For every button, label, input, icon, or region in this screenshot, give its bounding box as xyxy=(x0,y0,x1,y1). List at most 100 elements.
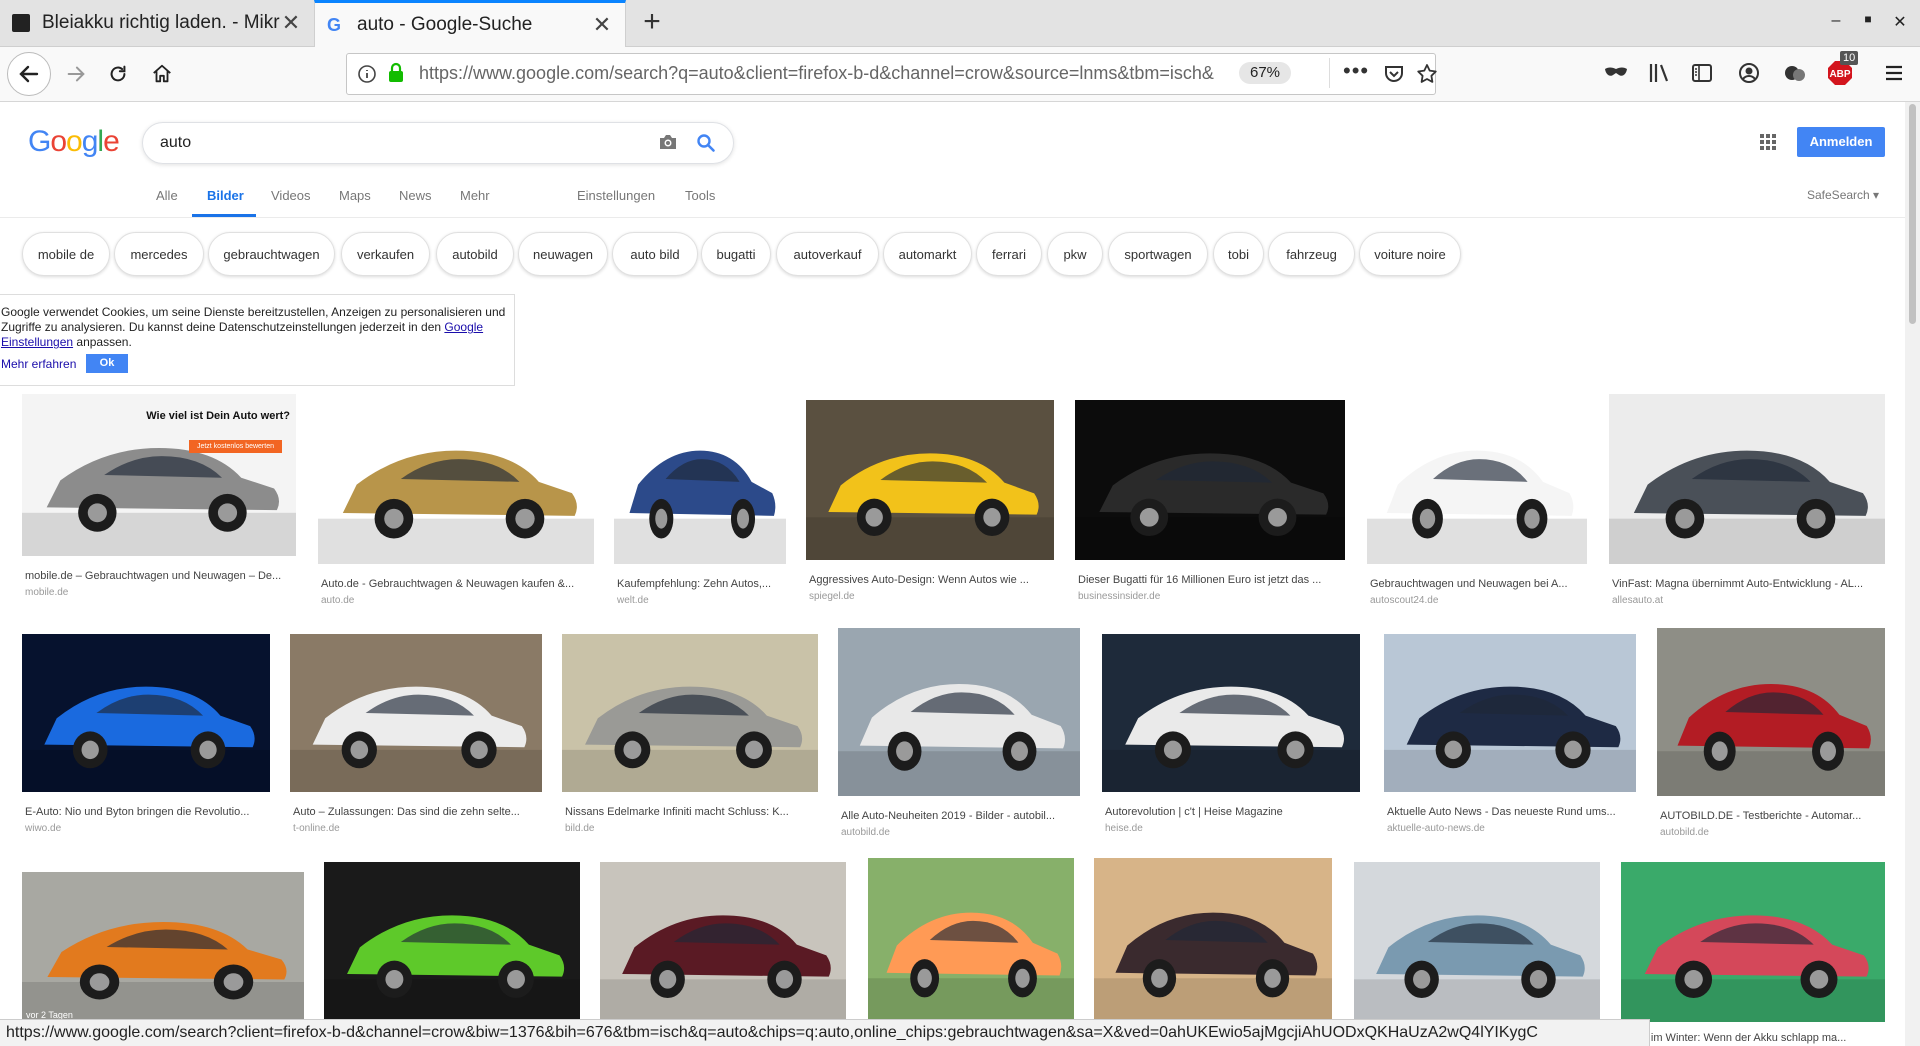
zoom-level[interactable]: 67% xyxy=(1239,62,1291,84)
result-source[interactable]: businessinsider.de xyxy=(1078,591,1160,602)
url-text[interactable]: https://www.google.com/search?q=auto&cli… xyxy=(419,63,1229,84)
chip-neuwagen[interactable]: neuwagen xyxy=(518,232,608,276)
result-source[interactable]: wiwo.de xyxy=(25,823,61,834)
result-thumbnail[interactable] xyxy=(1609,394,1885,564)
tab-news[interactable]: News xyxy=(399,188,432,203)
search-input[interactable]: auto xyxy=(160,134,191,152)
result-thumbnail[interactable] xyxy=(838,628,1080,796)
result-thumbnail[interactable] xyxy=(1075,400,1345,560)
result-thumbnail[interactable]: Wie viel ist Dein Auto wert? Jetzt kosten… xyxy=(22,394,296,556)
result-thumbnail[interactable] xyxy=(1102,634,1360,792)
result-caption[interactable]: mobile.de – Gebrauchtwagen und Neuwagen … xyxy=(25,570,293,582)
result-caption[interactable]: Kaufempfehlung: Zehn Autos,... xyxy=(617,578,783,590)
chip-tobi[interactable]: tobi xyxy=(1213,232,1264,276)
google-apps-icon[interactable] xyxy=(1760,134,1776,150)
ok-button[interactable]: Ok xyxy=(86,354,128,373)
tab-more[interactable]: Mehr xyxy=(460,188,490,203)
result-source[interactable]: autobild.de xyxy=(841,827,890,838)
chip-bugatti[interactable]: bugatti xyxy=(701,232,771,276)
page-actions-icon[interactable]: ••• xyxy=(1343,58,1369,84)
result-source[interactable]: heise.de xyxy=(1105,823,1143,834)
result-source[interactable]: welt.de xyxy=(617,595,649,606)
result-thumbnail[interactable] xyxy=(600,862,846,1022)
extension-icon[interactable] xyxy=(1782,60,1808,86)
result-thumbnail[interactable]: vor 2 Tagen xyxy=(22,872,304,1022)
result-thumbnail[interactable] xyxy=(318,394,594,564)
chip-mercedes[interactable]: mercedes xyxy=(114,232,204,276)
private-mask-icon[interactable] xyxy=(1603,63,1629,83)
search-icon[interactable] xyxy=(696,133,716,153)
result-caption[interactable]: Alle Auto-Neuheiten 2019 - Bilder - auto… xyxy=(841,810,1077,822)
chip-fahrzeug[interactable]: fahrzeug xyxy=(1268,232,1355,276)
close-icon[interactable]: ✕ xyxy=(280,10,302,36)
result-source[interactable]: autoscout24.de xyxy=(1370,595,1438,606)
result-caption[interactable]: Aggressives Auto-Design: Wenn Autos wie … xyxy=(809,574,1051,586)
account-icon[interactable] xyxy=(1737,61,1761,85)
result-thumbnail[interactable] xyxy=(1367,394,1587,564)
result-caption[interactable]: Dieser Bugatti für 16 Millionen Euro ist… xyxy=(1078,574,1342,586)
result-thumbnail[interactable] xyxy=(806,400,1054,560)
tab-maps[interactable]: Maps xyxy=(339,188,371,203)
result-thumbnail[interactable] xyxy=(1094,858,1332,1022)
chip-sportwagen[interactable]: sportwagen xyxy=(1108,232,1208,276)
search-box[interactable]: auto xyxy=(142,122,734,164)
result-source[interactable]: mobile.de xyxy=(25,587,68,598)
browser-tab-google[interactable]: G auto - Google-Suche ✕ xyxy=(314,0,626,47)
result-thumbnail[interactable] xyxy=(1354,862,1600,1022)
chip-voiture-noire[interactable]: voiture noire xyxy=(1359,232,1461,276)
library-icon[interactable] xyxy=(1647,61,1671,85)
camera-icon[interactable] xyxy=(658,133,678,151)
result-caption[interactable]: AUTOBILD.DE - Testberichte - Automar... xyxy=(1660,810,1882,822)
result-source[interactable]: aktuelle-auto-news.de xyxy=(1387,823,1485,834)
sidebar-icon[interactable] xyxy=(1690,61,1714,85)
sign-in-button[interactable]: Anmelden xyxy=(1797,127,1885,157)
pocket-icon[interactable] xyxy=(1383,63,1405,85)
lock-icon[interactable] xyxy=(387,62,405,84)
forward-button[interactable] xyxy=(58,56,94,92)
chip-verkaufen[interactable]: verkaufen xyxy=(341,232,430,276)
tab-videos[interactable]: Videos xyxy=(271,188,311,203)
browser-tab-bleiakku[interactable]: Bleiakku richtig laden. - Mikroc ✕ xyxy=(0,0,314,46)
result-thumbnail[interactable] xyxy=(22,634,270,792)
chip-mobile-de[interactable]: mobile de xyxy=(22,232,110,276)
home-button[interactable] xyxy=(144,56,180,92)
result-thumbnail[interactable] xyxy=(1384,634,1636,792)
result-source[interactable]: t-online.de xyxy=(293,823,340,834)
tab-all[interactable]: Alle xyxy=(156,188,178,203)
result-caption[interactable]: E-Auto: Nio und Byton bringen die Revolu… xyxy=(25,806,267,818)
result-source[interactable]: auto.de xyxy=(321,595,354,606)
settings-link[interactable]: Einstellungen xyxy=(577,188,655,203)
result-thumbnail[interactable] xyxy=(290,634,542,792)
result-caption[interactable]: Autorevolution | c't | Heise Magazine xyxy=(1105,806,1357,818)
star-bookmark-icon[interactable] xyxy=(1415,62,1439,86)
safesearch-toggle[interactable]: SafeSearch ▾ xyxy=(1807,188,1879,202)
chip-autoverkauf[interactable]: autoverkauf xyxy=(776,232,879,276)
new-tab-button[interactable]: + xyxy=(636,6,668,38)
result-caption[interactable]: Auto – Zulassungen: Das sind die zehn se… xyxy=(293,806,539,818)
learn-more-link[interactable]: Mehr erfahren xyxy=(1,357,76,372)
scrollbar-thumb[interactable] xyxy=(1909,104,1916,324)
chip-autobild[interactable]: autobild xyxy=(436,232,514,276)
result-source[interactable]: bild.de xyxy=(565,823,594,834)
hamburger-menu-icon[interactable] xyxy=(1882,61,1906,85)
result-caption[interactable]: Nissans Edelmarke Infiniti macht Schluss… xyxy=(565,806,815,818)
maximize-icon[interactable]: ■ xyxy=(1856,12,1880,34)
back-button[interactable] xyxy=(7,52,51,96)
result-caption[interactable]: Gebrauchtwagen und Neuwagen bei A... xyxy=(1370,578,1584,590)
chip-automarkt[interactable]: automarkt xyxy=(883,232,972,276)
result-thumbnail[interactable] xyxy=(868,858,1074,1022)
close-icon[interactable]: ✕ xyxy=(591,12,613,38)
tab-images[interactable]: Bilder xyxy=(207,188,244,203)
chip-gebrauchtwagen[interactable]: gebrauchtwagen xyxy=(208,232,335,276)
chip-pkw[interactable]: pkw xyxy=(1047,232,1103,276)
reload-button[interactable] xyxy=(100,56,136,92)
result-thumbnail[interactable] xyxy=(562,634,818,792)
info-icon[interactable] xyxy=(357,64,377,84)
minimize-icon[interactable]: – xyxy=(1824,12,1848,34)
result-caption[interactable]: Auto.de - Gebrauchtwagen & Neuwagen kauf… xyxy=(321,578,591,590)
chip-ferrari[interactable]: ferrari xyxy=(976,232,1042,276)
result-source[interactable]: spiegel.de xyxy=(809,591,855,602)
result-thumbnail[interactable] xyxy=(1657,628,1885,796)
url-bar[interactable]: https://www.google.com/search?q=auto&cli… xyxy=(346,53,1439,95)
adblock-extension-button[interactable]: ABP 10 xyxy=(1826,51,1859,89)
